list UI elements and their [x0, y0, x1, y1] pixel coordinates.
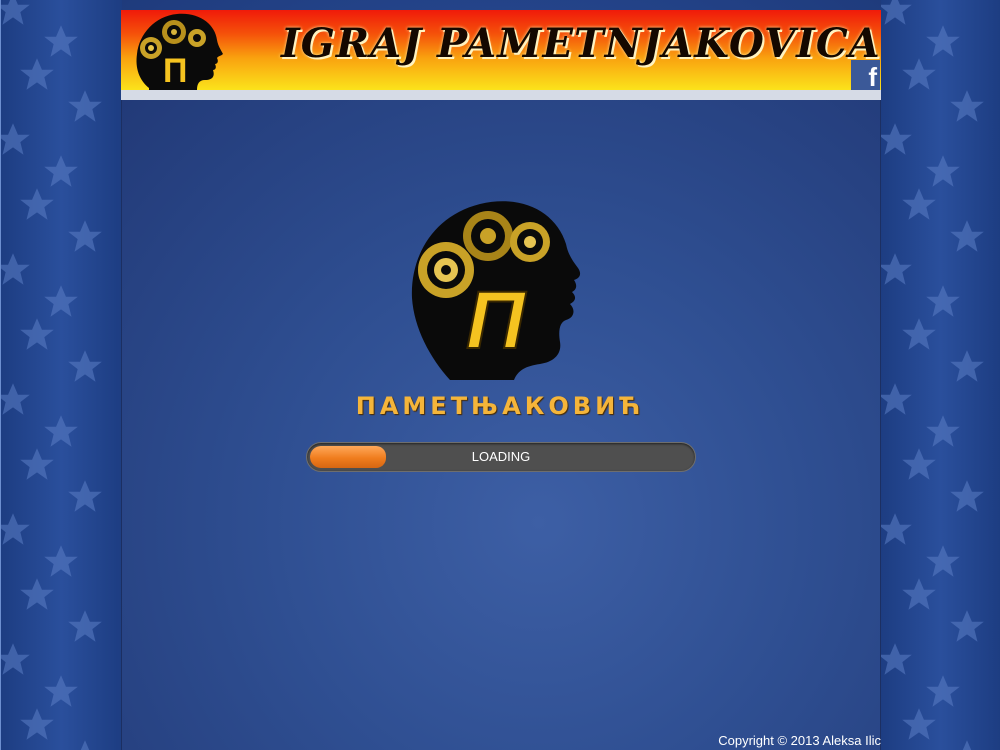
- header-divider: [121, 90, 881, 100]
- gear-head-logo-large-icon: П: [411, 201, 581, 380]
- right-star-panel: [881, 0, 1000, 750]
- left-star-panel: [0, 0, 122, 750]
- header-logo-letter: П: [163, 52, 187, 90]
- gear-head-logo-icon[interactable]: П: [129, 10, 224, 90]
- site-title: IGRAJ PAMETNJAKOVICA: [281, 20, 881, 67]
- brand-name: ПАМЕТЊАКОВИЋ: [355, 392, 645, 420]
- header-banner: П IGRAJ PAMETNJAKOVICA: [121, 10, 881, 90]
- star-pattern-left: [1, 0, 102, 750]
- copyright-text: Copyright © 2013 Aleksa Ilic: [718, 733, 881, 748]
- loading-progress-bar: LOADING: [306, 442, 696, 472]
- star-pattern-right: [881, 0, 984, 750]
- center-logo-letter: П: [466, 275, 527, 366]
- facebook-icon[interactable]: f: [851, 60, 880, 90]
- progress-label: LOADING: [471, 449, 531, 464]
